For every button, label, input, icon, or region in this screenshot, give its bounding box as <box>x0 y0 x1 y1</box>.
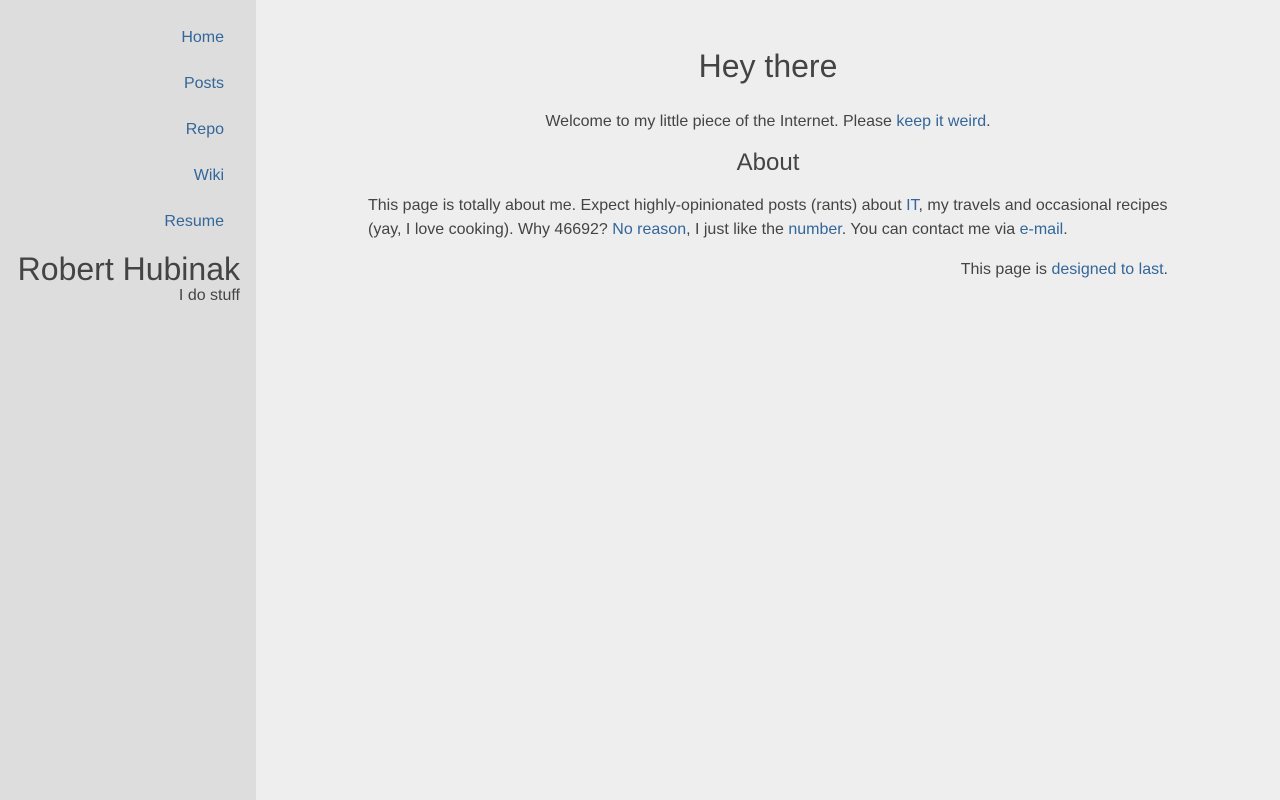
welcome-paragraph: Welcome to my little piece of the Intern… <box>368 110 1168 134</box>
no-reason-link[interactable]: No reason <box>612 221 686 238</box>
welcome-text: Welcome to my little piece of the Intern… <box>545 113 897 130</box>
about-paragraph: This page is totally about me. Expect hi… <box>368 194 1168 242</box>
site-tagline: I do stuff <box>178 287 240 304</box>
nav-item-posts: Posts <box>0 74 224 94</box>
nav-link-wiki[interactable]: Wiki <box>194 167 224 184</box>
about-text-5: . <box>1063 221 1068 238</box>
nav-item-wiki: Wiki <box>0 166 224 186</box>
content-column: Hey there Welcome to my little piece of … <box>368 0 1168 282</box>
about-heading: About <box>736 149 800 176</box>
nav-item-resume: Resume <box>0 212 224 232</box>
nav-link-resume[interactable]: Resume <box>164 213 224 230</box>
nav-item-home: Home <box>0 28 224 48</box>
welcome-period: . <box>986 113 991 130</box>
sidebar-nav: Home Posts Repo Wiki Resume <box>0 0 256 232</box>
sidebar: Home Posts Repo Wiki Resume Robert Hubin… <box>0 0 256 800</box>
email-link[interactable]: e-mail <box>1020 221 1064 238</box>
about-text-3: , I just like the <box>686 221 789 238</box>
about-text-1: This page is totally about me. Expect hi… <box>368 197 907 214</box>
page-title: Hey there <box>698 48 838 84</box>
nav-item-repo: Repo <box>0 120 224 140</box>
it-link[interactable]: IT <box>906 197 918 214</box>
brand: Robert Hubinak I do stuff <box>0 232 256 305</box>
keep-it-weird-link[interactable]: keep it weird <box>896 113 986 130</box>
footer-text: This page is <box>960 261 1052 278</box>
nav-link-repo[interactable]: Repo <box>186 121 224 138</box>
site-owner-name: Robert Hubinak <box>17 251 240 287</box>
nav-link-home[interactable]: Home <box>181 29 224 46</box>
number-link[interactable]: number <box>788 221 841 238</box>
about-text-4: . You can contact me via <box>841 221 1020 238</box>
nav-link-posts[interactable]: Posts <box>184 75 224 92</box>
main-content-area: Hey there Welcome to my little piece of … <box>256 0 1280 800</box>
footer-period: . <box>1163 261 1168 278</box>
designed-to-last-link[interactable]: designed to last <box>1051 261 1163 278</box>
footer-note: This page is designed to last. <box>368 258 1168 282</box>
